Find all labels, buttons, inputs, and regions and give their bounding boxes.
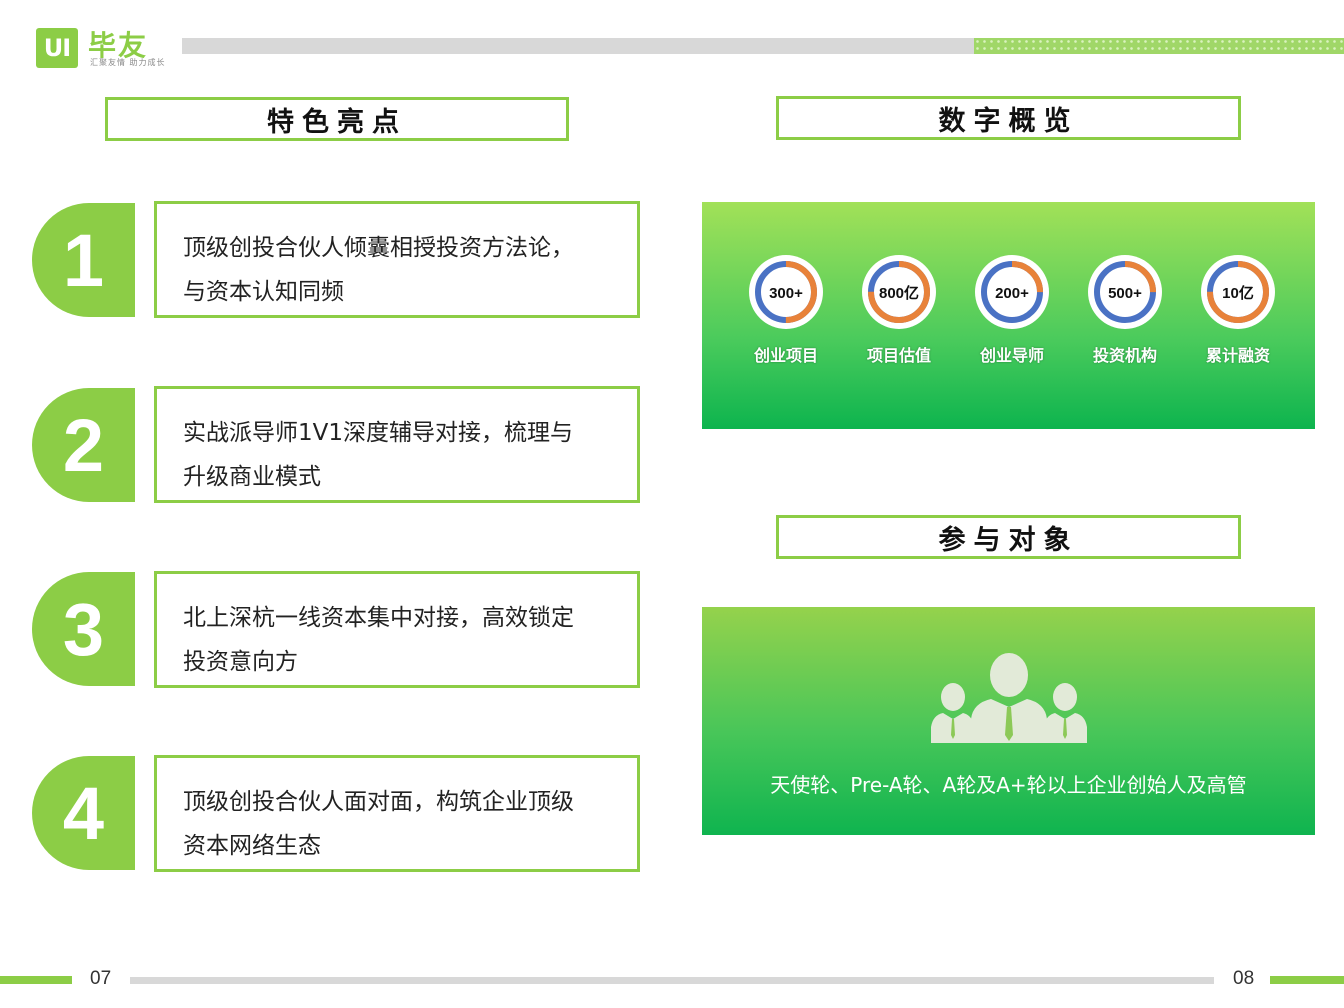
header-divider <box>182 38 974 54</box>
stats-panel: 300+ 创业项目 800亿 项目估值 200+ 创业导师 500+ 投资机构 <box>702 202 1315 429</box>
feature-text-line: 顶级创投合伙人面对面，构筑企业顶级 <box>183 789 574 815</box>
stat-item: 10亿 累计融资 <box>1188 254 1288 366</box>
stat-ring-icon: 300+ <box>749 255 823 329</box>
svg-text:800亿: 800亿 <box>879 284 919 302</box>
logo-tagline: 汇聚友情 助力成长 <box>90 58 166 67</box>
group-people-icon <box>931 653 1087 743</box>
stat-ring-icon: 500+ <box>1088 255 1162 329</box>
feature-number-badge: 3 <box>32 572 135 686</box>
svg-text:500+: 500+ <box>1108 285 1142 302</box>
feature-number-badge: 4 <box>32 756 135 870</box>
stat-label: 项目估值 <box>866 346 931 365</box>
audience-description: 天使轮、Pre-A轮、A轮及A+轮以上企业创始人及高管 <box>770 773 1247 797</box>
svg-text:10亿: 10亿 <box>1222 284 1254 302</box>
page-number-left: 07 <box>90 968 112 989</box>
feature-number-badge: 2 <box>32 388 135 502</box>
stat-item: 500+ 投资机构 <box>1075 254 1175 366</box>
stat-ring-icon: 10亿 <box>1201 255 1275 329</box>
stat-ring-icon: 800亿 <box>862 255 936 329</box>
footer-divider <box>130 977 1214 984</box>
feature-text-line: 升级商业模式 <box>183 464 321 490</box>
audience-title: 参与对象 <box>776 515 1241 559</box>
stat-item: 800亿 项目估值 <box>849 254 949 366</box>
stat-item: 200+ 创业导师 <box>962 254 1062 366</box>
feature-card: 实战派导师1V1深度辅导对接，梳理与 升级商业模式 <box>154 386 640 503</box>
footer-accent-right <box>1270 976 1344 984</box>
stat-label: 创业导师 <box>979 346 1044 365</box>
feature-card: 北上深杭一线资本集中对接，高效锁定 投资意向方 <box>154 571 640 688</box>
svg-text:200+: 200+ <box>995 285 1029 302</box>
feature-card: 顶级创投合伙人面对面，构筑企业顶级 资本网络生态 <box>154 755 640 872</box>
audience-panel: 天使轮、Pre-A轮、A轮及A+轮以上企业创始人及高管 <box>702 607 1315 835</box>
feature-text-line: 投资意向方 <box>183 649 298 675</box>
svg-text:300+: 300+ <box>769 285 803 302</box>
stat-item: 300+ 创业项目 <box>736 254 836 366</box>
header-dotted-accent <box>974 38 1344 54</box>
stat-label: 投资机构 <box>1092 346 1157 365</box>
page-number-right: 08 <box>1233 968 1255 989</box>
logo-mark: UI <box>36 28 78 68</box>
stat-ring-icon: 200+ <box>975 255 1049 329</box>
stat-label: 创业项目 <box>753 346 818 365</box>
feature-text-line: 实战派导师1V1深度辅导对接，梳理与 <box>183 420 574 446</box>
stats-title: 数字概览 <box>776 96 1241 140</box>
stat-label: 累计融资 <box>1205 346 1270 365</box>
feature-text-line: 顶级创投合伙人倾囊相授投资方法论， <box>183 235 574 261</box>
feature-number-badge: 1 <box>32 203 135 317</box>
feature-text-line: 北上深杭一线资本集中对接，高效锁定 <box>183 605 574 631</box>
features-title: 特色亮点 <box>105 97 569 141</box>
footer-accent-left <box>0 976 72 984</box>
feature-card: 顶级创投合伙人倾囊相授投资方法论， 与资本认知同频 <box>154 201 640 318</box>
feature-text-line: 与资本认知同频 <box>183 279 344 305</box>
feature-text-line: 资本网络生态 <box>183 833 321 859</box>
